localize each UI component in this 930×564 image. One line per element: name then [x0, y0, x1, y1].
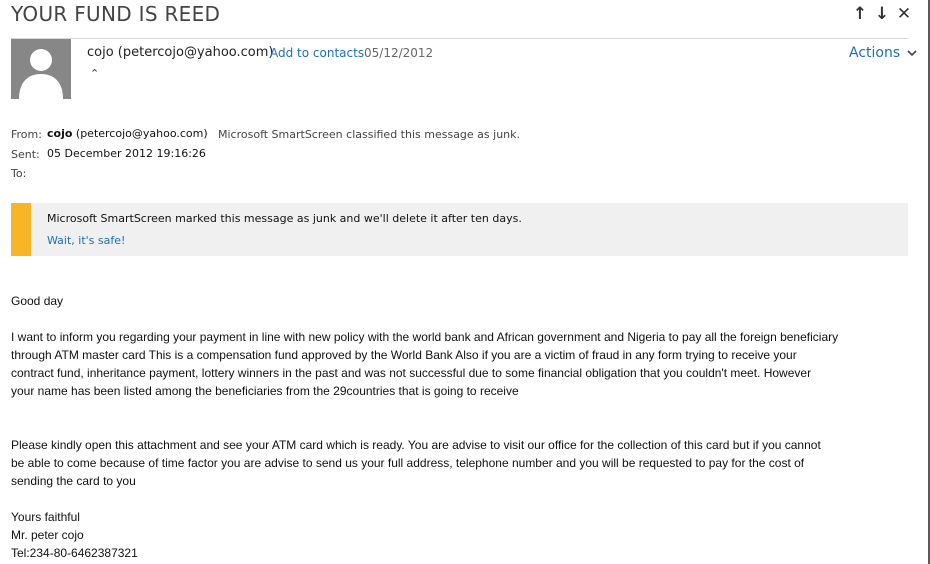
collapse-icon[interactable]: ⌃ [90, 67, 99, 80]
body-line: contract fund, inheritance payment, lott… [11, 366, 812, 380]
body-line: I want to inform you regarding your paym… [11, 330, 839, 344]
body-paragraph-1: I want to inform you regarding your paym… [11, 328, 911, 400]
signature-name: Mr. peter cojo [11, 528, 84, 542]
body-line: through ATM master card This is a compen… [11, 348, 797, 362]
header-divider [11, 38, 908, 39]
from-label: From: [11, 128, 42, 141]
greeting: Good day [11, 292, 911, 310]
junk-banner [11, 203, 908, 256]
message-date: 05/12/2012 [364, 46, 434, 60]
junk-accent-bar [11, 203, 31, 256]
actions-label: Actions [849, 45, 901, 61]
body-paragraph-2: Please kindly open this attachment and s… [11, 436, 911, 490]
up-arrow-icon[interactable]: ↑ [852, 5, 868, 23]
close-icon[interactable]: ✕ [896, 5, 912, 23]
body-line: your name has been listed among the bene… [11, 384, 519, 398]
avatar [11, 39, 71, 99]
junk-classification-note: Microsoft SmartScreen classified this me… [218, 128, 521, 141]
closing-line: Yours faithful [11, 510, 80, 524]
avatar-icon [19, 49, 63, 99]
down-arrow-icon[interactable]: ↓ [874, 5, 890, 23]
greeting-line: Good day [11, 294, 64, 308]
from-email: (petercojo@yahoo.com) [75, 127, 208, 140]
signature-phone: Tel:234-80-6462387321 [11, 546, 138, 560]
body-line: sending the card to you [11, 474, 136, 488]
chevron-down-icon [907, 50, 917, 57]
sent-label: Sent: [11, 148, 40, 161]
from-name: cojo [47, 127, 73, 140]
email-subject: YOUR FUND IS REED [11, 2, 221, 26]
body-line: be able to come because of time factor y… [11, 456, 805, 470]
add-to-contacts-link[interactable]: Add to contacts [270, 46, 364, 60]
sender-name[interactable]: cojo (petercojo@yahoo.com) [87, 45, 274, 60]
actions-menu[interactable]: Actions [849, 45, 917, 61]
from-value[interactable]: cojo (petercojo@yahoo.com) [47, 127, 208, 140]
to-label: To: [11, 167, 27, 180]
body-line: Please kindly open this attachment and s… [11, 438, 821, 452]
junk-banner-message: Microsoft SmartScreen marked this messag… [47, 212, 522, 225]
not-junk-link[interactable]: Wait, it's safe! [47, 234, 125, 247]
signature: Yours faithful Mr. peter cojo Tel:234-80… [11, 508, 911, 562]
message-nav: ↑ ↓ ✕ [852, 5, 912, 23]
sent-value: 05 December 2012 19:16:26 [47, 147, 206, 160]
